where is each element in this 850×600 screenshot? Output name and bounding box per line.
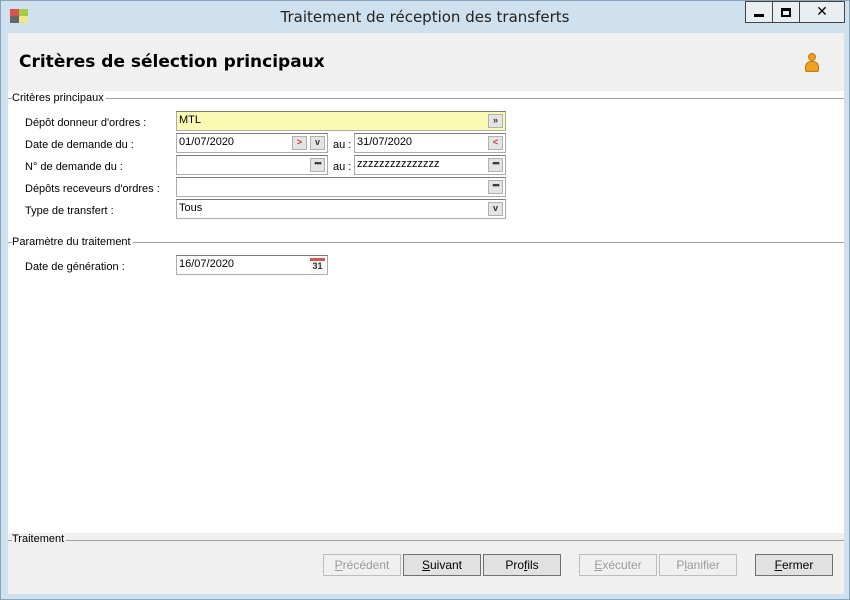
depot-donneur-value: MTL: [179, 114, 201, 126]
planifier-button[interactable]: Planifier: [659, 554, 737, 576]
date-generation-field[interactable]: 16/07/2020 31: [176, 255, 328, 275]
ellipsis-icon[interactable]: •••: [488, 158, 503, 172]
date-generation-value: 16/07/2020: [179, 258, 235, 270]
close-button[interactable]: ✕: [799, 1, 845, 23]
page-title: Critères de sélection principaux: [19, 52, 325, 72]
client-area: Critères de sélection principaux Critère…: [8, 33, 844, 594]
type-transfert-select[interactable]: Tous v: [176, 199, 506, 219]
header-panel: Critères de sélection principaux: [8, 33, 844, 91]
date-demande-label: Date de demande du :: [25, 139, 134, 151]
precedent-button[interactable]: Précédent: [323, 554, 401, 576]
profils-button[interactable]: Profils: [483, 554, 561, 576]
section-divider: [8, 540, 844, 541]
calendar-icon[interactable]: 31: [310, 258, 325, 273]
section-treatment-label: Traitement: [12, 533, 67, 545]
ellipsis-icon[interactable]: •••: [310, 158, 325, 172]
num-demande-from-field[interactable]: •••: [176, 155, 328, 175]
double-chevron-down-icon[interactable]: »: [488, 114, 503, 128]
chevron-down-icon[interactable]: v: [310, 136, 325, 150]
maximize-icon: [781, 7, 791, 17]
date-generation-label: Date de génération :: [25, 261, 125, 273]
num-demande-to-field[interactable]: zzzzzzzzzzzzzzz •••: [354, 155, 506, 175]
num-demande-to-label: au :: [333, 161, 352, 173]
title-bar[interactable]: Traitement de réception des transferts ✕: [1, 1, 849, 31]
section-divider: [8, 242, 844, 243]
fermer-button[interactable]: Fermer: [755, 554, 833, 576]
chevron-down-icon[interactable]: v: [488, 202, 503, 216]
date-demande-from-value: 01/07/2020: [179, 136, 235, 148]
minimize-icon: [754, 13, 764, 17]
date-demande-to-label: au :: [333, 139, 352, 151]
section-params-label: Paramètre du traitement: [12, 236, 133, 248]
type-transfert-label: Type de transfert :: [25, 205, 114, 217]
type-transfert-value: Tous: [179, 202, 203, 214]
chevron-right-icon[interactable]: >: [292, 136, 307, 150]
date-demande-from-field[interactable]: 01/07/2020 > v: [176, 133, 328, 153]
chevron-left-icon[interactable]: <: [488, 136, 503, 150]
close-icon: ✕: [816, 4, 828, 20]
window-title: Traitement de réception des transferts: [280, 8, 570, 26]
depot-donneur-label: Dépôt donneur d'ordres :: [25, 117, 147, 129]
depots-receveurs-label: Dépôts receveurs d'ordres :: [25, 183, 160, 195]
num-demande-label: N° de demande du :: [25, 161, 123, 173]
executer-button[interactable]: Exécuter: [579, 554, 657, 576]
user-icon[interactable]: [804, 53, 820, 73]
application-window: Traitement de réception des transferts ✕…: [0, 0, 850, 600]
maximize-button[interactable]: [772, 1, 800, 23]
minimize-button[interactable]: [745, 1, 773, 23]
date-demande-to-field[interactable]: 31/07/2020 <: [354, 133, 506, 153]
section-main-label: Critères principaux: [12, 92, 106, 104]
section-divider: [8, 98, 844, 99]
depot-donneur-field[interactable]: MTL »: [176, 111, 506, 131]
suivant-button[interactable]: Suivant: [403, 554, 481, 576]
depots-receveurs-field[interactable]: •••: [176, 177, 506, 197]
num-demande-to-value: zzzzzzzzzzzzzzz: [357, 158, 440, 170]
date-demande-to-value: 31/07/2020: [357, 136, 413, 148]
ellipsis-icon[interactable]: •••: [488, 180, 503, 194]
